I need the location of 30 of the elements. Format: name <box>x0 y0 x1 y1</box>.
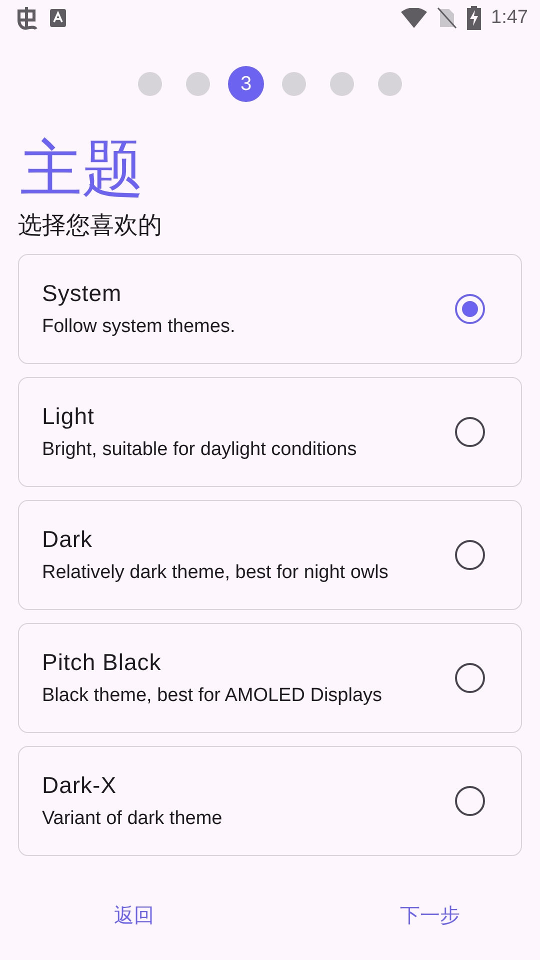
status-time: 1:47 <box>491 7 528 29</box>
back-button[interactable]: 返回 <box>94 894 174 936</box>
theme-option[interactable]: Pitch Black Black theme, best for AMOLED Displays <box>18 623 522 733</box>
battery-charging-icon <box>467 6 482 30</box>
theme-name: Dark-X <box>42 772 117 799</box>
radio-button[interactable] <box>455 294 485 324</box>
no-sim-icon <box>437 7 458 29</box>
radio-button[interactable] <box>455 786 485 816</box>
theme-option[interactable]: Dark-X Variant of dark theme <box>18 746 522 856</box>
keyboard-app-icon <box>50 9 66 27</box>
radio-button[interactable] <box>455 663 485 693</box>
wifi-icon <box>401 8 428 28</box>
page-subtitle: 选择您喜欢的 <box>18 211 162 241</box>
radio-button[interactable] <box>455 540 485 570</box>
theme-option[interactable]: Dark Relatively dark theme, best for night owls <box>18 500 522 610</box>
theme-description: Variant of dark theme <box>42 808 222 830</box>
theme-name: Light <box>42 403 94 430</box>
page-title: 主题 <box>20 134 144 206</box>
theme-name: Dark <box>42 526 93 553</box>
theme-option[interactable]: Light Bright, suitable for daylight conditions <box>18 377 522 487</box>
next-button[interactable]: 下一步 <box>380 894 480 936</box>
radio-button[interactable] <box>455 417 485 447</box>
theme-description: Relatively dark theme, best for night owls <box>42 562 388 584</box>
step-indicator: 3 <box>228 66 264 102</box>
theme-name: System <box>42 280 122 307</box>
theme-description: Black theme, best for AMOLED Displays <box>42 685 382 707</box>
theme-option[interactable]: System Follow system themes. <box>18 254 522 364</box>
theme-name: Pitch Black <box>42 649 162 676</box>
theme-description: Bright, suitable for daylight conditions <box>42 439 357 461</box>
theme-description: Follow system themes. <box>42 316 236 338</box>
